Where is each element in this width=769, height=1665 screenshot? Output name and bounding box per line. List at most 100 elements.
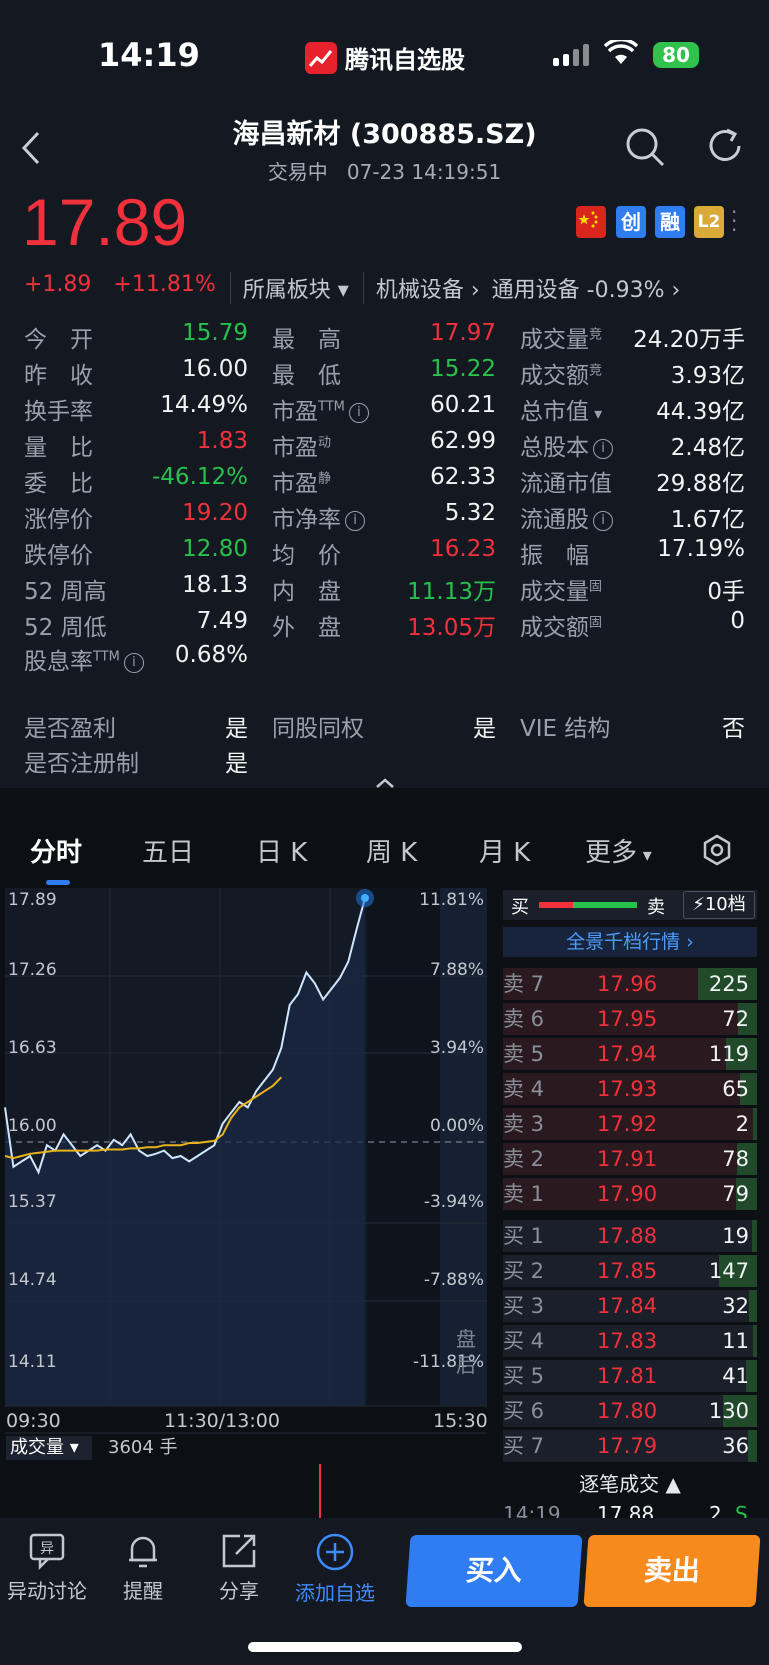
stat-value: 16.00: [182, 356, 248, 382]
volume-indicator-dropdown[interactable]: 成交量 ▾: [6, 1436, 92, 1460]
more-tags-icon[interactable]: · · ·: [731, 202, 737, 240]
level-volume: 36: [722, 1434, 749, 1458]
stat-value: 12.80: [182, 536, 248, 562]
level-volume: 19: [722, 1224, 749, 1248]
ask-row[interactable]: 卖 7 17.96 225: [503, 968, 757, 1000]
stat-value: 0手: [707, 579, 745, 605]
level-price: 17.92: [597, 1112, 658, 1136]
level-volume: 119: [708, 1042, 749, 1066]
stat-value: 13.05万: [407, 615, 496, 641]
level-volume: 41: [722, 1364, 749, 1388]
sector-sub-link[interactable]: 通用设备 -0.93% ›: [492, 272, 681, 304]
time-mid: 11:30/13:00: [164, 1410, 280, 1432]
stat-value: -46.12%: [152, 464, 248, 490]
level-volume: 147: [708, 1259, 749, 1283]
stat-value: 1.83: [196, 428, 248, 454]
bid-row[interactable]: 买 6 17.80 130: [503, 1395, 757, 1427]
stat-value: 44.39亿: [656, 399, 745, 425]
price-change-pct: +11.81%: [113, 272, 216, 297]
sell-button[interactable]: 卖出: [583, 1535, 761, 1607]
tab-month-k[interactable]: 月 K: [479, 832, 530, 869]
sector-industry-link[interactable]: 机械设备 ›: [362, 272, 480, 304]
tick-trades-header[interactable]: 逐笔成交 ▲: [503, 1468, 757, 1497]
level-volume: 32: [722, 1294, 749, 1318]
share-button[interactable]: 分享: [194, 1532, 284, 1604]
flag-registration-label: 是否注册制: [24, 751, 139, 777]
stat-value: 0: [730, 608, 745, 634]
pct-tick: 7.88%: [429, 960, 484, 980]
bid-row[interactable]: 买 1 17.88 19: [503, 1220, 757, 1252]
tab-intraday[interactable]: 分时: [30, 832, 82, 869]
level-label: 买 4: [503, 1329, 545, 1353]
level-price: 17.83: [597, 1329, 658, 1353]
share-icon: [222, 1534, 256, 1568]
search-icon[interactable]: [624, 126, 666, 172]
bid-row[interactable]: 买 3 17.84 32: [503, 1290, 757, 1322]
stat-value: 2.48亿: [670, 435, 745, 461]
stat-value: 5.32: [444, 500, 496, 526]
stat-label: 流通市值: [520, 471, 612, 497]
level-label: 卖 6: [503, 1007, 545, 1031]
ask-row[interactable]: 卖 2 17.91 78: [503, 1143, 757, 1175]
stat-label: 成交量固: [520, 579, 603, 605]
info-icon[interactable]: i: [123, 652, 144, 673]
panorama-link[interactable]: 全景千档行情 ›: [503, 927, 757, 957]
stat-label: 均 价: [272, 543, 341, 569]
add-circle-icon: [316, 1533, 354, 1571]
tab-week-k[interactable]: 周 K: [366, 832, 417, 869]
alert-button[interactable]: 提醒: [98, 1532, 188, 1604]
chart-settings-icon[interactable]: [702, 834, 732, 870]
level-price: 17.81: [597, 1364, 658, 1388]
ask-row[interactable]: 卖 4 17.93 65: [503, 1073, 757, 1105]
quote-datetime: 07-23 14:19:51: [346, 160, 502, 184]
ask-row[interactable]: 卖 3 17.92 2: [503, 1108, 757, 1140]
bid-row[interactable]: 买 2 17.85 147: [503, 1255, 757, 1287]
stat-value: 15.22: [430, 356, 496, 382]
tag-chinext: 创: [616, 206, 646, 238]
stat-value: 7.49: [196, 608, 248, 634]
add-watchlist-button[interactable]: 添加自选: [290, 1532, 380, 1606]
refresh-icon[interactable]: [705, 126, 745, 170]
tab-day-k[interactable]: 日 K: [256, 832, 307, 869]
price-tick: 15.37: [8, 1192, 57, 1212]
tag-level2: L2: [694, 206, 724, 238]
level-price: 17.80: [597, 1399, 658, 1423]
price-tick: 16.00: [8, 1116, 57, 1136]
tab-indicator: [46, 880, 70, 885]
wifi-icon: [603, 37, 639, 70]
buy-ratio-fill: [539, 902, 573, 908]
level-label: 卖 5: [503, 1042, 545, 1066]
ask-row[interactable]: 卖 1 17.90 79: [503, 1178, 757, 1210]
collapse-chevron-icon[interactable]: [374, 774, 396, 793]
buy-button[interactable]: 买入: [405, 1535, 583, 1607]
ask-row[interactable]: 卖 6 17.95 72: [503, 1003, 757, 1035]
tab-five-day[interactable]: 五日: [142, 832, 194, 869]
last-price-dot: [361, 894, 369, 902]
stat-label: 最 低: [272, 363, 341, 389]
price-tick: 14.11: [8, 1352, 57, 1372]
stat-value: 17.19%: [657, 536, 745, 562]
bell-icon: [129, 1536, 157, 1568]
stat-value: 60.21: [430, 392, 496, 418]
pct-tick: -3.94%: [423, 1192, 484, 1212]
depth-toggle[interactable]: ⚡10档: [683, 891, 755, 919]
stat-label: 总市值 ▾: [520, 399, 603, 425]
bid-row[interactable]: 买 7 17.79 36: [503, 1430, 757, 1462]
discussion-button[interactable]: 异 异动讨论: [2, 1532, 92, 1604]
level-volume: 130: [708, 1399, 749, 1423]
stat-value: 62.33: [430, 464, 496, 490]
volume-bar: [753, 1108, 757, 1140]
tab-more[interactable]: 更多 ▾: [585, 832, 652, 869]
sector-dropdown[interactable]: 所属板块 ▾: [229, 272, 349, 304]
stat-value: 3.93亿: [670, 363, 745, 389]
stat-value: 18.13: [182, 572, 248, 598]
bid-row[interactable]: 买 5 17.81 41: [503, 1360, 757, 1392]
bid-row[interactable]: 买 4 17.83 11: [503, 1325, 757, 1357]
after-hours-label: 盘后: [456, 1327, 476, 1377]
level-label: 卖 4: [503, 1077, 545, 1101]
level-label: 买 5: [503, 1364, 545, 1388]
sell-ratio-fill: [573, 902, 637, 908]
stat-label: 成交额固: [520, 615, 603, 641]
price-change: +1.89: [24, 272, 92, 297]
ask-row[interactable]: 卖 5 17.94 119: [503, 1038, 757, 1070]
